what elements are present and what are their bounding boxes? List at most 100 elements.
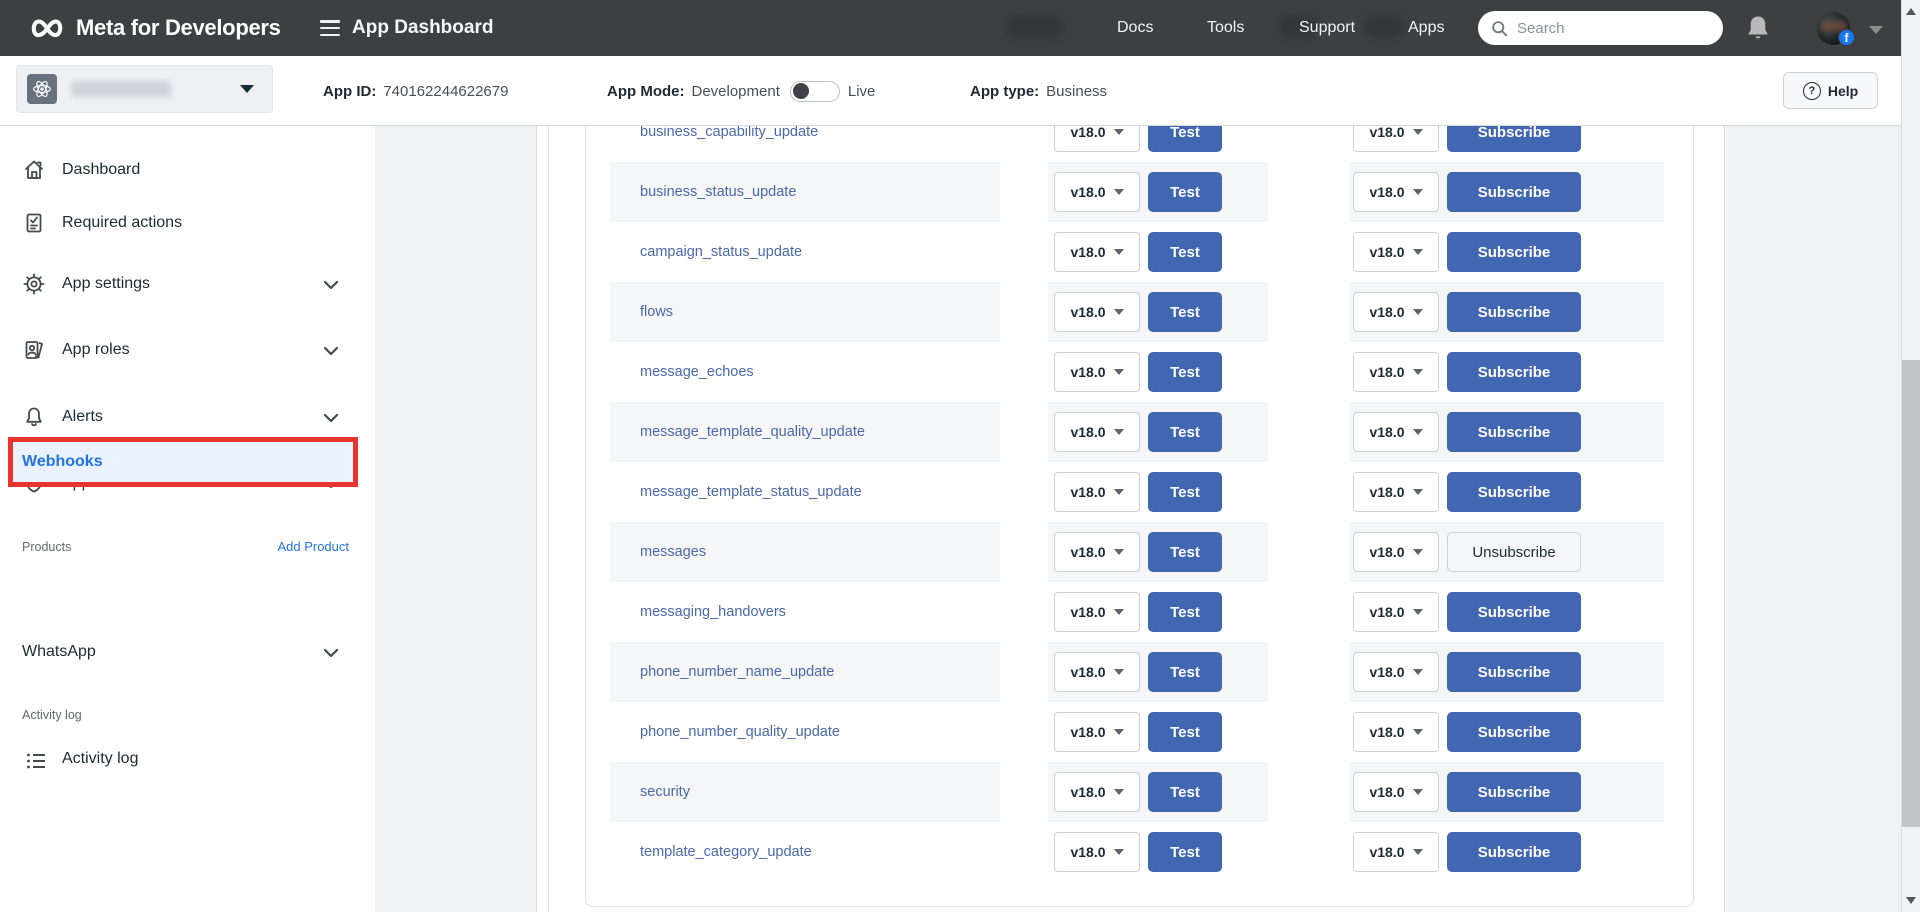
subscribe-version-dropdown[interactable]: v18.0 (1353, 172, 1439, 212)
test-button[interactable]: Test (1148, 412, 1222, 452)
webhook-field-link[interactable]: business_capability_update (640, 126, 818, 140)
sidebar-item-app-settings[interactable]: App settings (0, 269, 375, 299)
subscribe-version-dropdown[interactable]: v18.0 (1353, 232, 1439, 272)
test-version-dropdown[interactable]: v18.0 (1054, 772, 1140, 812)
version-value: v18.0 (1070, 484, 1105, 500)
sidebar-item-app-roles[interactable]: App roles (0, 335, 375, 365)
brand[interactable]: Meta for Developers (26, 0, 281, 56)
test-button[interactable]: Test (1148, 232, 1222, 272)
subscribe-button[interactable]: Subscribe (1447, 712, 1581, 752)
test-button[interactable]: Test (1148, 832, 1222, 872)
subscribe-button[interactable]: Subscribe (1447, 652, 1581, 692)
sidebar-item-label: Required actions (62, 214, 182, 232)
nav-item-tools[interactable]: Tools (1207, 0, 1244, 56)
scroll-down-arrow[interactable] (1906, 897, 1916, 904)
test-button[interactable]: Test (1148, 772, 1222, 812)
test-button[interactable]: Test (1148, 712, 1222, 752)
test-version-dropdown[interactable]: v18.0 (1054, 412, 1140, 452)
test-version-dropdown[interactable]: v18.0 (1054, 472, 1140, 512)
subscribe-button[interactable]: Subscribe (1447, 352, 1581, 392)
home-icon (22, 158, 46, 182)
test-button[interactable]: Test (1148, 352, 1222, 392)
add-product-link[interactable]: Add Product (277, 539, 349, 554)
subscribe-button[interactable]: Subscribe (1447, 126, 1581, 152)
test-button[interactable]: Test (1148, 172, 1222, 212)
subscribe-button[interactable]: Subscribe (1447, 292, 1581, 332)
webhook-field-link[interactable]: campaign_status_update (640, 244, 802, 260)
search-input[interactable]: Search (1478, 11, 1723, 45)
chevron-down-icon (1114, 429, 1124, 435)
subscribe-version-dropdown[interactable]: v18.0 (1353, 592, 1439, 632)
help-button[interactable]: ? Help (1783, 72, 1878, 109)
webhook-field-link[interactable]: template_category_update (640, 844, 812, 860)
webhook-field-link[interactable]: security (640, 784, 690, 800)
chevron-down-icon (1114, 789, 1124, 795)
subscribe-button[interactable]: Subscribe (1447, 412, 1581, 452)
sidebar-item-activity-log[interactable]: Activity log (0, 746, 375, 776)
test-button[interactable]: Test (1148, 532, 1222, 572)
webhook-field-link[interactable]: message_template_quality_update (640, 424, 865, 440)
subscribe-button[interactable]: Subscribe (1447, 772, 1581, 812)
page-scrollbar[interactable] (1901, 0, 1920, 912)
scroll-up-arrow[interactable] (1906, 8, 1916, 15)
subscribe-version-dropdown[interactable]: v18.0 (1353, 412, 1439, 452)
webhook-field-link[interactable]: flows (640, 304, 673, 320)
test-version-dropdown[interactable]: v18.0 (1054, 352, 1140, 392)
test-version-dropdown[interactable]: v18.0 (1054, 832, 1140, 872)
table-row: message_template_status_update v18.0 Tes… (610, 462, 1664, 522)
test-button[interactable]: Test (1148, 126, 1222, 152)
subscribe-version-dropdown[interactable]: v18.0 (1353, 352, 1439, 392)
sidebar-item-dashboard[interactable]: Dashboard (0, 155, 375, 185)
test-button[interactable]: Test (1148, 652, 1222, 692)
webhook-field-link[interactable]: phone_number_quality_update (640, 724, 840, 740)
webhook-field-link[interactable]: business_status_update (640, 184, 796, 200)
subscribe-button[interactable]: Subscribe (1447, 232, 1581, 272)
test-version-dropdown[interactable]: v18.0 (1054, 592, 1140, 632)
nav-item-apps[interactable]: Apps (1408, 0, 1444, 56)
scrollbar-thumb[interactable] (1902, 360, 1920, 827)
test-version-dropdown[interactable]: v18.0 (1054, 292, 1140, 332)
subscribe-button[interactable]: Subscribe (1447, 832, 1581, 872)
subscribe-version-dropdown[interactable]: v18.0 (1353, 472, 1439, 512)
version-value: v18.0 (1369, 844, 1404, 860)
sidebar-item-required-actions[interactable]: Required actions (0, 208, 375, 238)
webhook-field-link[interactable]: messaging_handovers (640, 604, 786, 620)
webhook-field-link[interactable]: messages (640, 544, 706, 560)
nav-item-support[interactable]: Support (1299, 0, 1355, 56)
test-version-dropdown[interactable]: v18.0 (1054, 712, 1140, 752)
hamburger-menu-icon[interactable] (320, 20, 340, 36)
webhook-field-link[interactable]: message_echoes (640, 364, 754, 380)
subscribe-version-dropdown[interactable]: v18.0 (1353, 532, 1439, 572)
panel-scrollbar-track[interactable] (536, 126, 549, 912)
webhook-field-link[interactable]: phone_number_name_update (640, 664, 834, 680)
test-button[interactable]: Test (1148, 592, 1222, 632)
test-version-dropdown[interactable]: v18.0 (1054, 532, 1140, 572)
account-chevron-down-icon[interactable] (1869, 26, 1883, 34)
test-version-dropdown[interactable]: v18.0 (1054, 172, 1140, 212)
test-version-dropdown[interactable]: v18.0 (1054, 652, 1140, 692)
sidebar-item-alerts[interactable]: Alerts (0, 402, 375, 432)
app-mode-toggle[interactable] (790, 81, 840, 102)
bell-icon[interactable] (1746, 15, 1770, 41)
test-button[interactable]: Test (1148, 292, 1222, 332)
subscribe-button[interactable]: Subscribe (1447, 592, 1581, 632)
subscribe-button[interactable]: Subscribe (1447, 172, 1581, 212)
subscribe-version-dropdown[interactable]: v18.0 (1353, 712, 1439, 752)
test-button[interactable]: Test (1148, 472, 1222, 512)
subscribe-version-dropdown[interactable]: v18.0 (1353, 652, 1439, 692)
chevron-down-icon (1413, 249, 1423, 255)
sidebar-item-webhooks[interactable]: Webhooks (8, 437, 358, 487)
subscribe-version-dropdown[interactable]: v18.0 (1353, 292, 1439, 332)
subscribe-version-dropdown[interactable]: v18.0 (1353, 772, 1439, 812)
subscribe-version-dropdown[interactable]: v18.0 (1353, 832, 1439, 872)
test-version-dropdown[interactable]: v18.0 (1054, 232, 1140, 272)
meta-developers-app-dashboard: Meta for Developers App Dashboard Docs T… (0, 0, 1920, 912)
webhook-field-link[interactable]: message_template_status_update (640, 484, 862, 500)
nav-item-docs[interactable]: Docs (1117, 0, 1153, 56)
test-version-dropdown[interactable]: v18.0 (1054, 126, 1140, 152)
sidebar-item-whatsapp[interactable]: WhatsApp (0, 637, 375, 667)
app-selector-dropdown[interactable] (16, 65, 273, 113)
subscribe-version-dropdown[interactable]: v18.0 (1353, 126, 1439, 152)
subscribe-button[interactable]: Unsubscribe (1447, 532, 1581, 572)
subscribe-button[interactable]: Subscribe (1447, 472, 1581, 512)
